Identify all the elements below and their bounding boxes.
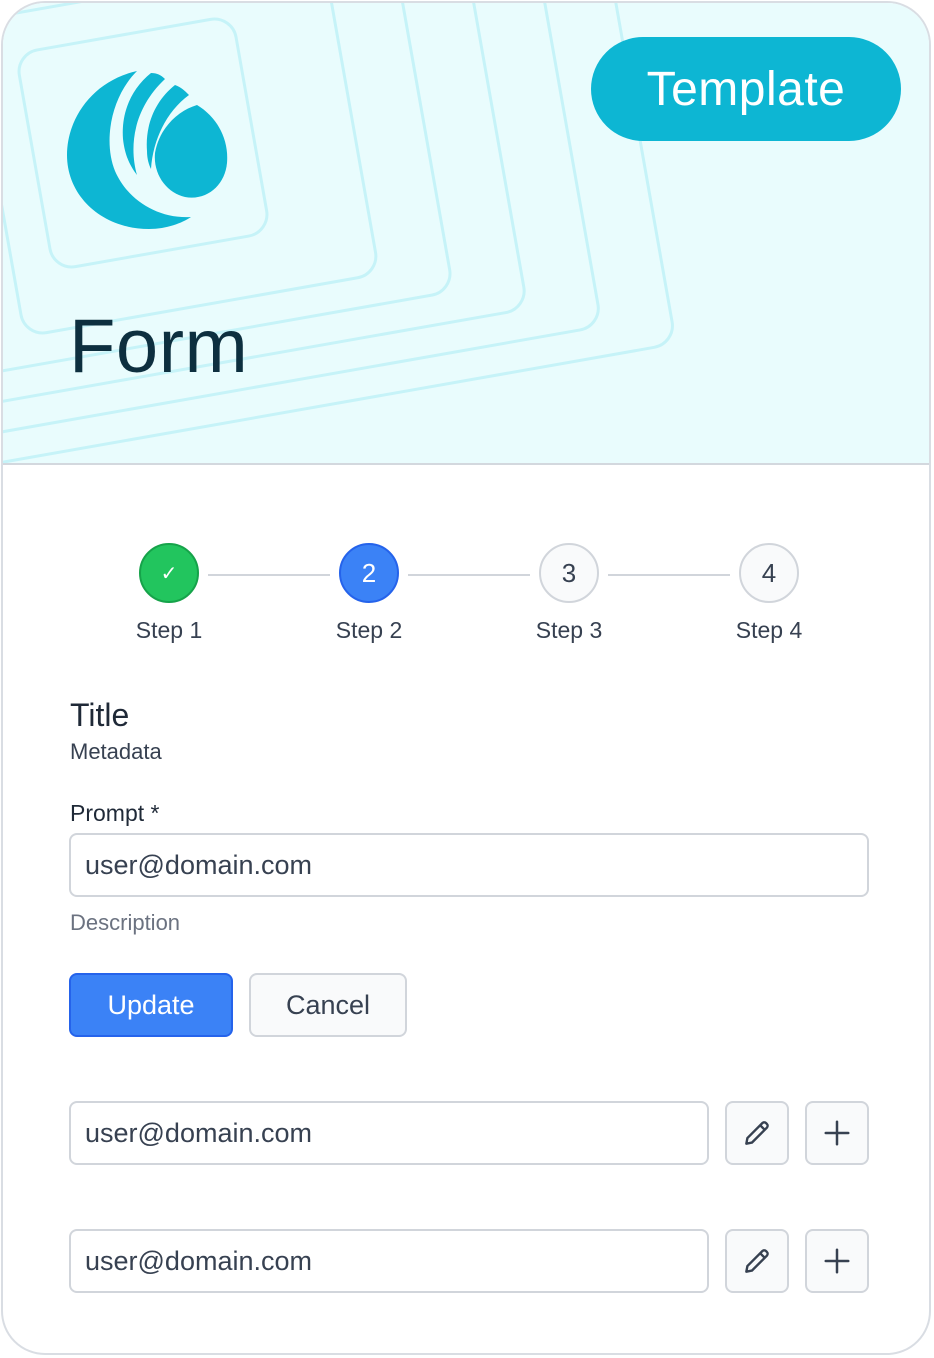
step-number: 4 <box>739 543 799 603</box>
page-title: Form <box>69 304 249 389</box>
prompt-input[interactable] <box>69 833 869 897</box>
template-badge-button[interactable]: Template <box>591 37 901 141</box>
check-icon: ✓ <box>139 543 199 603</box>
edit-button[interactable] <box>725 1229 789 1293</box>
step-label: Step 3 <box>535 617 603 643</box>
step-1[interactable]: ✓ Step 1 <box>109 543 229 644</box>
step-2[interactable]: 2 Step 2 <box>309 543 429 644</box>
step-number: 2 <box>339 543 399 603</box>
section-title: Title <box>70 697 130 733</box>
edit-button[interactable] <box>725 1101 789 1165</box>
step-3[interactable]: 3 Step 3 <box>509 543 629 644</box>
step-4[interactable]: 4 Step 4 <box>709 543 829 644</box>
step-label: Step 1 <box>135 617 203 643</box>
plus-icon <box>824 1120 850 1146</box>
step-label: Step 2 <box>335 617 403 643</box>
prompt-label: Prompt * <box>70 800 160 826</box>
cancel-button[interactable]: Cancel <box>249 973 407 1037</box>
hero-header: Template Form <box>3 3 929 465</box>
row-input[interactable] <box>69 1101 709 1165</box>
add-button[interactable] <box>805 1229 869 1293</box>
plus-icon <box>824 1248 850 1274</box>
form-card: Template Form ✓ Step 1 2 Step 2 3 Step 3… <box>1 1 931 1355</box>
step-number: 3 <box>539 543 599 603</box>
row-input[interactable] <box>69 1229 709 1293</box>
section-subtitle: Metadata <box>70 739 162 764</box>
field-description: Description <box>70 910 181 935</box>
pencil-icon <box>745 1121 769 1145</box>
stepper: ✓ Step 1 2 Step 2 3 Step 3 4 Step 4 <box>3 543 929 663</box>
update-button[interactable]: Update <box>69 973 233 1037</box>
add-button[interactable] <box>805 1101 869 1165</box>
step-label: Step 4 <box>735 617 803 643</box>
brand-logo <box>67 71 228 229</box>
pencil-icon <box>745 1249 769 1273</box>
